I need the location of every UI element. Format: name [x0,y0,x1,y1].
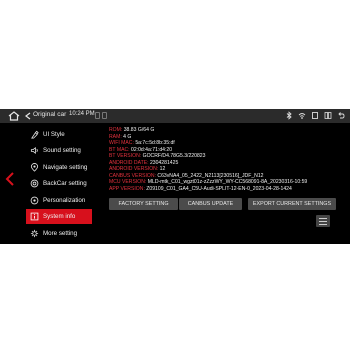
info-value: Z09109_C01_GA4_C5U-Audi-SPLIT-12-EN-0_20… [144,185,292,192]
menu-item-label: UI Style [43,131,65,138]
menu-item-more-setting[interactable]: More setting [26,226,92,241]
menu-item-label: BackCar setting [43,180,87,187]
menu-item-backcar-setting[interactable]: BackCar setting [26,176,92,191]
info-row-app-version: APP VERSION: Z09109_C01_GA4_C5U-Audi-SPL… [109,186,344,193]
info-key: WIFI MAC: [109,140,134,146]
menu-item-label: More setting [43,230,78,237]
export-current-settings-button[interactable]: EXPORT CURRENT SETTINGS [248,198,336,210]
menu-item-personalization[interactable]: Personalization [26,193,92,208]
more-setting-icon [30,229,39,238]
menu-item-system-info[interactable]: System info [26,209,92,224]
info-key: ANDROID DATE: [109,159,149,166]
navigate-icon [30,163,39,172]
status-bar-time: 10:24 PM [69,111,95,117]
menu-item-sound-setting[interactable]: Sound setting [26,143,92,158]
personalization-icon [30,196,39,205]
menu-item-ui-style[interactable]: UI Style [26,127,92,142]
backcar-icon [30,179,39,188]
menu-item-label: Sound setting [43,147,81,154]
system-info-icon [30,212,39,221]
list-view-icon[interactable] [316,215,330,227]
info-key: BT VERSION: [109,153,142,159]
canbus-update-button[interactable]: CANBUS UPDATE [179,198,242,210]
status-bar: Original car 10:24 PM [0,109,350,123]
status-bar-right [285,111,345,120]
info-key: APP VERSION: [109,185,145,192]
notification-icon [95,112,100,119]
info-key: CANBUS VERSION: [109,172,156,179]
info-value: 4 G [121,133,132,140]
info-value: 02:0d:4a:71:d4:20 [129,146,173,153]
info-key: ANDROID VERSION: [109,166,159,172]
info-key: MCU VERSION: [109,179,147,185]
info-key: RAM: [109,133,122,140]
sound-icon [30,146,38,155]
info-value: 38.83 G/64 G [122,127,155,133]
back-icon[interactable] [337,111,345,120]
info-key: ROM: [109,127,123,133]
head-unit-screen: Original car 10:24 PM UI Style Sound set… [0,109,350,244]
home-icon[interactable] [8,111,20,121]
menu-item-label: Personalization [43,197,86,204]
status-bar-title: Original car [33,111,67,118]
info-key: BT MAC: [109,146,130,153]
info-value: GOCRF/D4.78G5.3/220823 [141,153,206,159]
ui-style-icon [31,130,39,139]
info-value: C63vNA4_05_2422_N2113[230516]_JDF_N12 [156,172,264,179]
recent-apps-icon[interactable] [311,111,319,120]
menu-item-label: System info [43,213,76,220]
factory-setting-button[interactable]: FACTORY SETTING [109,198,178,210]
back-arrow-icon[interactable] [25,112,31,120]
info-value: 12 [158,166,166,172]
menu-item-navigate-setting[interactable]: Navigate setting [26,160,92,175]
wifi-icon [298,113,306,119]
info-value: MLD-mtk_C01_wgzt01z-zZzzWY_WY-CC568091-8… [146,179,308,185]
settings-menu: UI Style Sound setting Navigate setting … [22,124,92,244]
previous-page-arrow-icon[interactable] [5,171,15,187]
split-screen-icon[interactable] [324,111,332,120]
info-value: 5a:7c:5d:8b:35:df [133,140,175,146]
notification-icon [102,112,107,119]
notification-icons [95,112,107,119]
menu-item-label: Navigate setting [43,164,88,171]
info-value: 2304281425 [148,159,179,166]
system-info-list: ROM: 38.83 G/64 G RAM: 4 G WIFI MAC: 5a:… [109,127,344,192]
bluetooth-icon [286,111,292,120]
